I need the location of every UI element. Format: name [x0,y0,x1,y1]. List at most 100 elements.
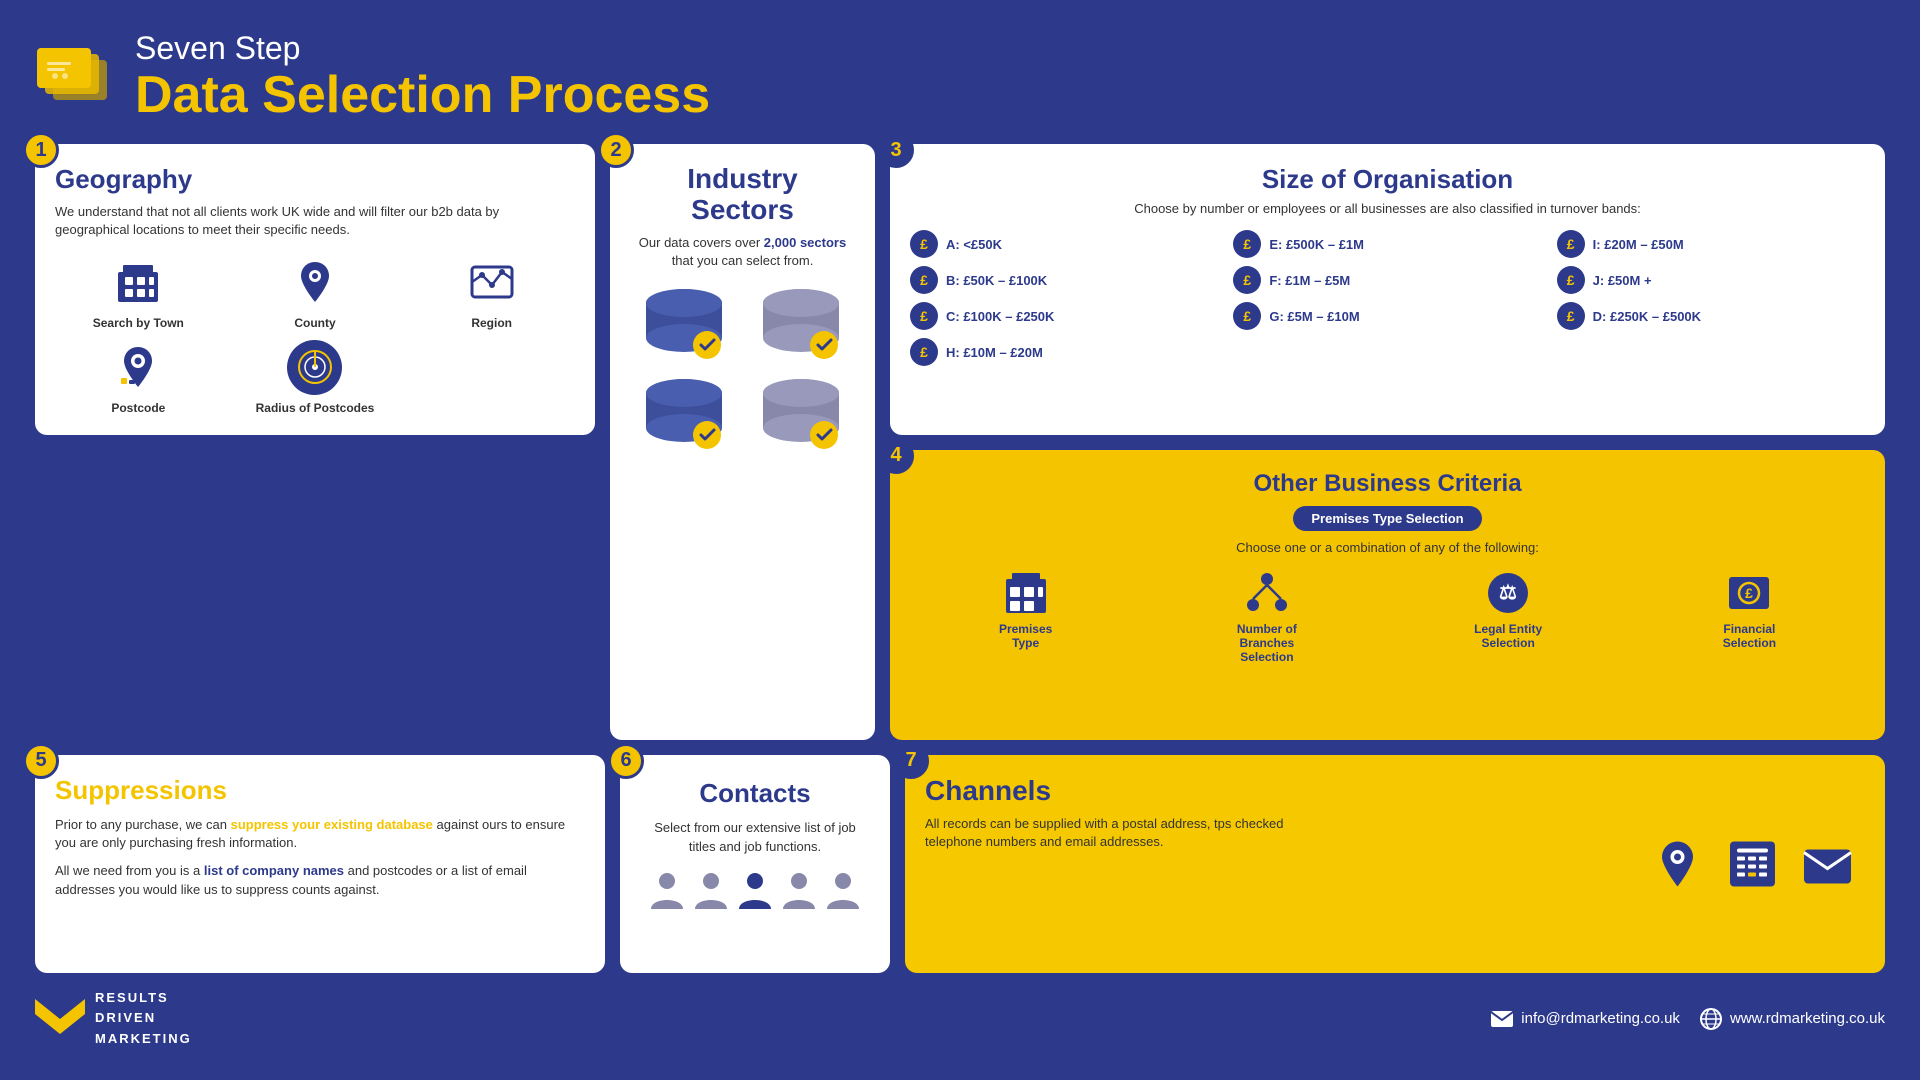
db-icon-2 [748,285,856,365]
pound-icon: £ [910,230,938,258]
footer-email-icon [1491,1011,1513,1027]
band-D-label: D: £250K – £500K [1593,309,1701,324]
step6-number: 6 [608,743,644,779]
geo-county-label: County [294,316,335,330]
band-G-label: G: £5M – £10M [1269,309,1359,324]
svg-text:⚖: ⚖ [1499,582,1517,604]
step1-geography: 1 Geography We understand that not all c… [35,144,595,434]
rdm-logo-chevron [35,999,85,1039]
criteria-branches-label: Number ofBranchesSelection [1237,622,1297,664]
geo-search-by-town-label: Search by Town [93,316,184,330]
step3-number: 3 [878,132,914,168]
db-icons [630,285,855,455]
db-icon-3 [630,375,738,455]
criteria-financial: £ FinancialSelection [1634,569,1865,664]
band-D: £ D: £250K – £500K [1557,302,1865,330]
pound-icon: £ [1233,230,1261,258]
contact-people-icons [640,871,870,911]
person-icon-5 [825,871,861,911]
band-J: £ J: £50M + [1557,266,1865,294]
bottom-grid: 5 Suppressions Prior to any purchase, we… [35,755,1885,973]
step5-number: 5 [23,743,59,779]
band-A-label: A: <£50K [946,237,1002,252]
pound-icon: £ [1557,266,1585,294]
geo-county: County [232,255,399,330]
pound-icon: £ [910,338,938,366]
header-icon [35,42,115,112]
step4-title: Other Business Criteria [910,470,1865,498]
band-E: £ E: £500K – £1M [1233,230,1541,258]
band-J-label: J: £50M + [1593,273,1652,288]
pound-icon: £ [910,266,938,294]
step5-title: Suppressions [55,775,585,806]
location-icon [1650,836,1705,891]
person-icon-4 [781,871,817,911]
footer-logo-line1: RESULTS [95,988,192,1009]
person-icon-2 [693,871,729,911]
criteria-premises: PremisesType [910,569,1141,664]
main-container: Seven Step Data Selection Process 1 Geog… [0,0,1920,1080]
footer-logo: RESULTS DRIVEN MARKETING [35,988,192,1050]
band-H-label: H: £10M – £20M [946,345,1043,360]
pound-icon: £ [910,302,938,330]
band-F: £ F: £1M – £5M [1233,266,1541,294]
criteria-branches: Number ofBranchesSelection [1151,569,1382,664]
pound-icon: £ [1557,302,1585,330]
band-C-label: C: £100K – £250K [946,309,1054,324]
step1-title: Geography [55,164,575,195]
map-pin-icon [287,255,342,310]
step4-description: Choose one or a combination of any of th… [910,539,1865,557]
telephone-icon [1725,836,1780,891]
suppress-highlight: suppress your existing database [231,817,433,832]
geo-postcode-label: Postcode [111,401,165,415]
footer-globe-icon [1700,1008,1722,1030]
band-E-label: E: £500K – £1M [1269,237,1364,252]
header-subtitle: Seven Step [135,30,710,67]
band-F-label: F: £1M – £5M [1269,273,1350,288]
db-icon-1 [630,285,738,365]
header-title: Data Selection Process [135,67,710,124]
email-icon [1800,836,1855,891]
geo-region: Region [408,255,575,330]
person-icon-1 [649,871,685,911]
db-icon-4 [748,375,856,455]
band-B-label: B: £50K – £100K [946,273,1047,288]
person-icon-middle [737,871,773,911]
band-C: £ C: £100K – £250K [910,302,1218,330]
building-icon [111,255,166,310]
geo-region-label: Region [471,316,512,330]
pound-icon: £ [1233,266,1261,294]
footer-email-container: info@rdmarketing.co.uk [1491,1010,1680,1027]
header-text: Seven Step Data Selection Process [135,30,710,124]
step6-description: Select from our extensive list of job ti… [640,819,870,855]
pound-icon: £ [1233,302,1261,330]
step7-number: 7 [893,743,929,779]
step5-para2: All we need from you is a list of compan… [55,862,585,898]
pound-icon: £ [1557,230,1585,258]
header: Seven Step Data Selection Process [35,30,1885,124]
band-H: £ H: £10M – £20M [910,338,1218,366]
geo-search-by-town: Search by Town [55,255,222,330]
band-G: £ G: £5M – £10M [1233,302,1541,330]
postcode-icon [111,340,166,395]
step5-para1: Prior to any purchase, we can suppress y… [55,816,585,852]
footer: RESULTS DRIVEN MARKETING info@rdmarketin… [35,988,1885,1050]
step6-title: Contacts [640,775,870,811]
geo-postcode: Postcode [55,340,222,415]
step3-title: Size of Organisation [910,164,1865,195]
geo-radius-label: Radius of Postcodes [256,401,375,415]
step5-suppressions: 5 Suppressions Prior to any purchase, we… [35,755,605,973]
band-I: £ I: £20M – £50M [1557,230,1865,258]
band-I-label: I: £20M – £50M [1593,237,1684,252]
step2-title: IndustrySectors [630,164,855,226]
step2-description: Our data covers over 2,000 sectors that … [630,234,855,270]
step6-contacts: 6 Contacts Select from our extensive lis… [620,755,890,973]
footer-website-container: www.rdmarketing.co.uk [1700,1008,1885,1030]
step2-number: 2 [598,132,634,168]
footer-logo-line3: MARKETING [95,1029,192,1050]
step1-number: 1 [23,132,59,168]
turnover-grid: £ A: <£50K £ E: £500K – £1M £ I: £20M – … [910,230,1865,366]
geo-radius: Radius of Postcodes [232,340,399,415]
criteria-legal-label: Legal EntitySelection [1474,622,1542,650]
footer-logo-text: RESULTS DRIVEN MARKETING [95,988,192,1050]
